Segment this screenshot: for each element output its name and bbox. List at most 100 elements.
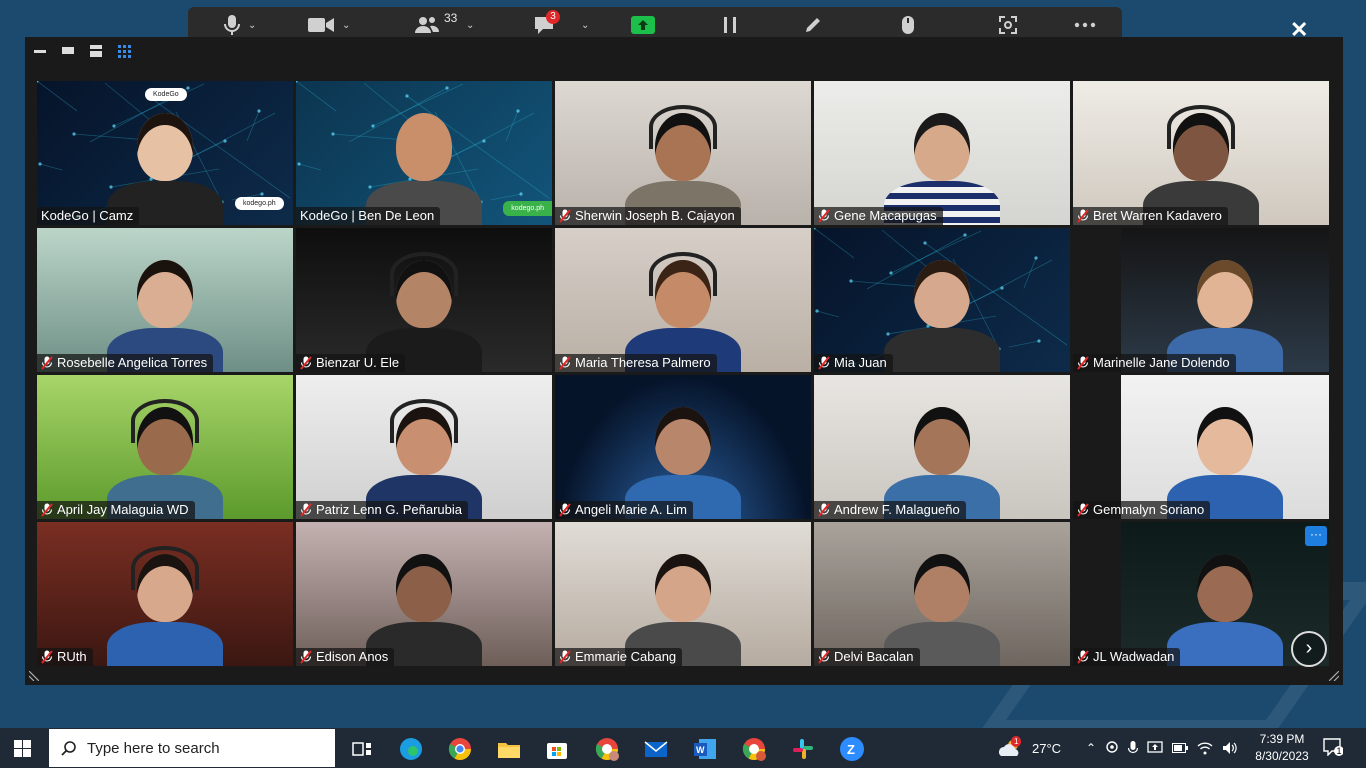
zoom-app-icon[interactable]: Z	[839, 736, 865, 762]
participant-face	[655, 407, 711, 475]
participant-body	[884, 328, 1000, 372]
weather-widget[interactable]: 1 27°C	[998, 728, 1061, 768]
participant-tile[interactable]: Mia Juan	[814, 228, 1070, 372]
participant-name: KodeGo | Ben De Leon	[300, 208, 435, 223]
muted-microphone-icon	[818, 503, 830, 517]
participant-name-tag: Sherwin Joseph B. Cajayon	[555, 207, 741, 225]
resize-handle-icon[interactable]	[29, 671, 39, 681]
muted-microphone-icon	[41, 650, 53, 664]
participant-tile[interactable]: Bret Warren Kadavero	[1073, 81, 1329, 225]
participant-tile[interactable]: Delvi Bacalan	[814, 522, 1070, 666]
participant-name: Edison Anos	[316, 649, 389, 664]
participant-tile[interactable]: Maria Theresa Palmero	[555, 228, 811, 372]
participant-face	[1197, 260, 1253, 328]
battery-icon[interactable]	[1172, 743, 1189, 753]
participant-face	[914, 407, 970, 475]
muted-microphone-icon	[818, 650, 830, 664]
word-icon[interactable]: W	[692, 736, 718, 762]
gallery-view-icon[interactable]	[115, 43, 133, 59]
chevron-down-icon[interactable]: ⌄	[581, 20, 589, 31]
microphone-icon	[224, 15, 240, 35]
strip-view-icon[interactable]	[87, 43, 105, 59]
participant-tile[interactable]: Bienzar U. Ele	[296, 228, 552, 372]
participant-name: Andrew F. Malagueño	[834, 502, 960, 517]
participant-tile[interactable]: April Jay Malaguia WD	[37, 375, 293, 519]
chrome-profile-icon[interactable]	[741, 736, 767, 762]
view-mode-switcher	[31, 43, 133, 59]
resize-handle-icon[interactable]	[1329, 671, 1339, 681]
chevron-down-icon[interactable]: ⌄	[466, 20, 474, 31]
volume-icon[interactable]	[1222, 741, 1238, 755]
participant-name: RUth	[57, 649, 87, 664]
headset-icon	[649, 252, 717, 296]
participant-name-tag: April Jay Malaguia WD	[37, 501, 195, 519]
screen-share-tray-icon[interactable]	[1147, 741, 1163, 755]
minimized-view-icon[interactable]	[31, 43, 49, 59]
participant-name-tag: Angeli Marie A. Lim	[555, 501, 693, 519]
chrome-profile-icon[interactable]	[594, 736, 620, 762]
participant-tile[interactable]: Sherwin Joseph B. Cajayon	[555, 81, 811, 225]
taskbar-search-box[interactable]: Type here to search	[49, 729, 335, 767]
edge-browser-icon[interactable]	[398, 736, 424, 762]
participant-name-tag: Delvi Bacalan	[814, 648, 920, 666]
tile-more-options-button[interactable]: ···	[1305, 526, 1327, 546]
participant-tile[interactable]: kodego.ph KodeGo | Ben De Leon	[296, 81, 552, 225]
participant-tile[interactable]: Gene Macapugas	[814, 81, 1070, 225]
participant-face	[137, 113, 193, 181]
participant-face	[1197, 407, 1253, 475]
participant-face	[396, 113, 452, 181]
participant-tile[interactable]: RUth	[37, 522, 293, 666]
slack-icon[interactable]	[790, 736, 816, 762]
chevron-down-icon[interactable]: ⌄	[342, 20, 350, 31]
task-view-icon[interactable]	[349, 736, 375, 762]
headset-icon	[131, 546, 199, 590]
participant-name-tag: Marinelle Jane Dolendo	[1073, 354, 1236, 372]
search-icon	[61, 741, 76, 756]
muted-microphone-icon	[41, 356, 53, 370]
participant-name-tag: Andrew F. Malagueño	[814, 501, 966, 519]
participant-tile[interactable]: Rosebelle Angelica Torres	[37, 228, 293, 372]
participant-tile[interactable]: Andrew F. Malagueño	[814, 375, 1070, 519]
microphone-icon[interactable]	[1128, 741, 1139, 755]
file-explorer-icon[interactable]	[496, 736, 522, 762]
participant-tile[interactable]: KodeGo kodego.ph KodeGo | Camz	[37, 81, 293, 225]
chevron-down-icon[interactable]: ⌄	[248, 20, 256, 31]
video-camera-icon	[308, 18, 334, 32]
participant-name-tag: RUth	[37, 648, 93, 666]
participant-name: Angeli Marie A. Lim	[575, 502, 687, 517]
next-page-button[interactable]: ›	[1291, 631, 1327, 667]
ellipsis-icon	[1074, 22, 1096, 28]
windows-start-icon[interactable]	[14, 740, 31, 757]
participant-name-tag: KodeGo | Ben De Leon	[296, 207, 441, 225]
participant-tile[interactable]: Marinelle Jane Dolendo	[1073, 228, 1329, 372]
microsoft-store-icon[interactable]	[544, 736, 570, 762]
participant-tile[interactable]: Patriz Lenn G. Peñarubia	[296, 375, 552, 519]
participant-tile[interactable]: Angeli Marie A. Lim	[555, 375, 811, 519]
speaker-view-icon[interactable]	[59, 43, 77, 59]
headset-icon	[390, 252, 458, 296]
participant-tile[interactable]: Emmarie Cabang	[555, 522, 811, 666]
participant-body	[1167, 622, 1283, 666]
notification-center-button[interactable]: 1	[1323, 738, 1344, 761]
taskbar-clock[interactable]: 7:39 PM 8/30/2023	[1252, 731, 1312, 765]
participant-tile[interactable]: Edison Anos	[296, 522, 552, 666]
headset-icon	[390, 399, 458, 443]
participant-name-tag: Patriz Lenn G. Peñarubia	[296, 501, 468, 519]
muted-microphone-icon	[559, 209, 571, 223]
chevron-up-icon[interactable]: ⌃	[1086, 741, 1096, 755]
muted-microphone-icon	[300, 356, 312, 370]
wifi-icon[interactable]	[1197, 741, 1213, 755]
chrome-icon[interactable]	[447, 736, 473, 762]
webcam-icon[interactable]	[1105, 741, 1119, 755]
muted-microphone-icon	[41, 503, 53, 517]
participant-tile[interactable]: Gemmalyn Soriano	[1073, 375, 1329, 519]
temperature: 27°C	[1032, 740, 1062, 756]
clock-date: 8/30/2023	[1255, 749, 1309, 763]
participant-name-tag: Mia Juan	[814, 354, 893, 372]
participant-name: Bret Warren Kadavero	[1093, 208, 1222, 223]
muted-microphone-icon	[300, 650, 312, 664]
search-placeholder: Type here to search	[87, 739, 220, 757]
mail-icon[interactable]	[643, 736, 669, 762]
headset-icon	[649, 105, 717, 149]
participant-face	[655, 554, 711, 622]
